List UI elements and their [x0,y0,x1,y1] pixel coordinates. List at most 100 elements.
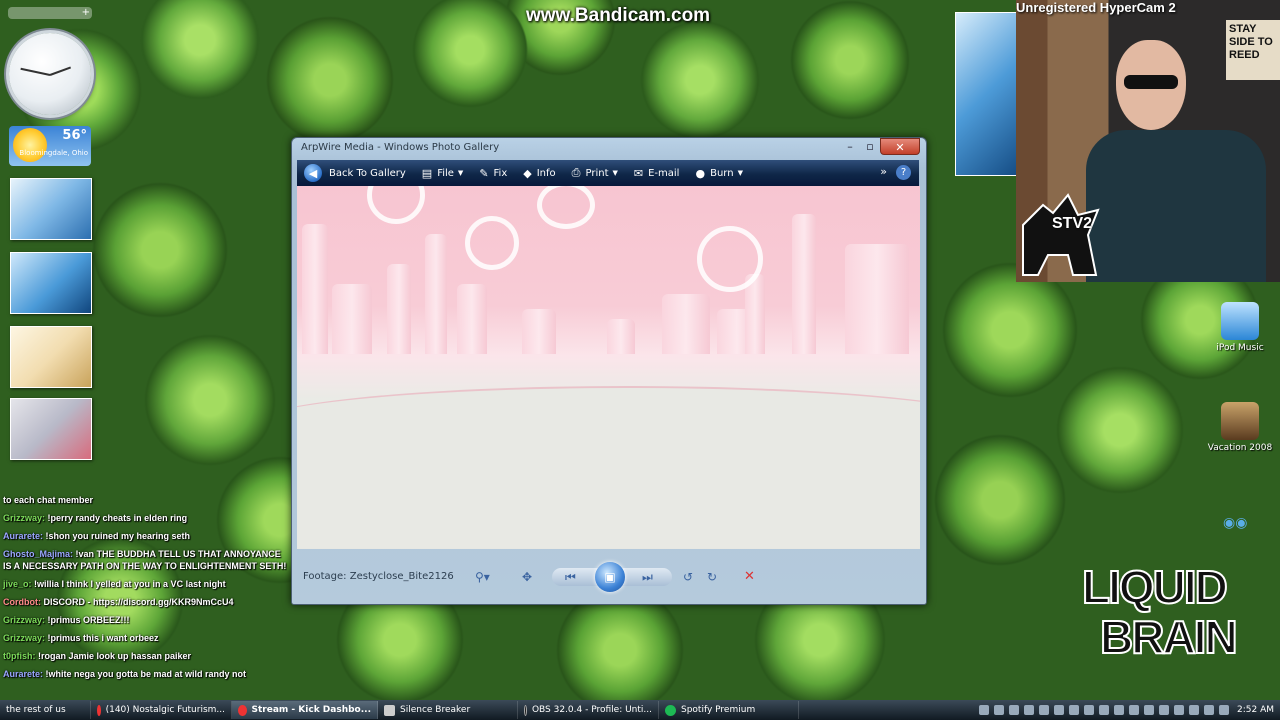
brand-line-1: LIQUID [1081,560,1229,614]
chat-message: Cordbot: DISCORD - https://discord.gg/KK… [3,596,290,608]
taskbar-item-spotify[interactable]: Spotify Premium [659,701,799,719]
chat-username: t0pfish: [3,651,36,661]
maximize-button[interactable]: ▫ [860,138,880,155]
hypercam-watermark: Unregistered HyperCam 2 [1016,0,1176,15]
taskbar-clock[interactable]: 2:52 AM [1237,705,1274,715]
start-button[interactable]: the rest of us [0,701,91,719]
tray-icon[interactable] [994,705,1004,715]
tray-icon[interactable] [1114,705,1124,715]
minimize-button[interactable]: – [840,138,860,155]
tray-icon[interactable] [1054,705,1064,715]
clock-gadget[interactable] [9,33,91,115]
start-label: the rest of us [6,705,66,715]
taskbar: the rest of us (140) Nostalgic Futurism.… [0,700,1280,720]
slideshow-play-button[interactable]: ▣ [595,562,625,592]
taskbar-item-silence-breaker[interactable]: Silence Breaker [378,701,518,719]
tray-icon[interactable] [1189,705,1199,715]
slideshow-thumb-windmill[interactable] [10,252,92,314]
tray-icon[interactable] [1099,705,1109,715]
image-bar-shape [302,224,328,354]
zoom-icon[interactable]: ⚲▾ [475,570,490,584]
email-button[interactable]: ✉ E-mail [634,167,680,180]
chat-username: Grizzway: [3,513,46,523]
tray-icon[interactable] [1204,705,1214,715]
chat-username: Aurarete: [3,531,44,541]
desktop-icon-label: Vacation 2008 [1207,443,1273,453]
delete-icon[interactable]: ✕ [744,569,755,584]
image-floor-shape [297,386,920,548]
slideshow-thumb-devices[interactable] [10,398,92,460]
weather-temp: 56° [62,128,87,143]
next-icon[interactable]: ⏭ [642,570,653,585]
taskbar-item-chrome-nostalgic[interactable]: (140) Nostalgic Futurism... [91,701,232,719]
file-menu[interactable]: ▤ File ▼ [422,167,464,180]
image-bar-shape [387,264,411,354]
add-gadget-icon[interactable]: + [82,7,90,18]
chat-text: !primus ORBEEZ!!! [47,615,130,625]
actual-size-icon[interactable]: ✥ [522,570,532,584]
window-controls: – ▫ ✕ [840,138,920,155]
image-ring-shape [465,216,519,270]
tray-icon[interactable] [1069,705,1079,715]
taskbar-item-label: OBS 32.0.4 - Profile: Unti... [531,705,652,715]
chat-message: Aurarete: !white nega you gotta be mad a… [3,668,290,680]
chat-message: Grizzway: !primus this i want orbeez [3,632,290,644]
more-options-icon[interactable]: » [880,165,887,178]
chat-text: !perry randy cheats in elden ring [47,513,188,523]
info-button[interactable]: ◆ Info [523,167,555,180]
tray-icon[interactable] [1024,705,1034,715]
sunglasses-icon [1124,75,1178,89]
back-to-gallery-button[interactable]: Back To Gallery [329,168,406,179]
tray-icon[interactable] [979,705,989,715]
fix-button[interactable]: ✎ Fix [479,167,507,180]
taskbar-item-chrome-kick[interactable]: Stream - Kick Dashbo... [232,701,378,719]
stv2-logo-text: STV2 [1052,215,1093,232]
disc-icon: ● [695,166,706,180]
back-arrow-icon[interactable]: ◀ [304,164,322,182]
photo-viewer[interactable] [297,186,920,549]
chat-username: Grizzway: [3,633,46,643]
print-menu[interactable]: ⎙ Print ▼ [572,166,618,180]
image-bar-shape [522,309,556,354]
help-icon[interactable]: ? [896,165,911,180]
camera-folder-icon [1221,402,1259,440]
tray-icon[interactable] [1009,705,1019,715]
tray-icon[interactable] [1129,705,1139,715]
image-bar-shape [792,214,816,354]
email-icon: ✉ [633,166,644,180]
info-label: Info [536,167,556,179]
tray-icon[interactable] [1144,705,1154,715]
chevron-down-icon: ▼ [457,169,464,177]
previous-icon[interactable]: ⏮ [565,570,576,585]
chat-message: to each chat member [3,494,290,506]
image-ring-shape [537,186,595,229]
rotate-left-icon[interactable]: ↺ [683,570,693,584]
weather-gadget[interactable]: 56° Bloomingdale, Ohio [9,126,91,166]
chat-message: Grizzway: !perry randy cheats in elden r… [3,512,290,524]
taskbar-item-label: Silence Breaker [400,705,471,715]
gadget-bar[interactable]: + [8,7,92,19]
slideshow-thumb-laptop[interactable] [10,178,92,240]
photo-gallery-window[interactable]: ArpWire Media - Windows Photo Gallery – … [291,137,927,605]
tray-icon[interactable] [1159,705,1169,715]
desktop-icon-vacation-2008[interactable]: Vacation 2008 [1200,402,1280,453]
chat-username: Grizzway: [3,615,46,625]
stv2-logo: STV2 [1018,185,1103,280]
wall-sign: STAY SIDE TO REED [1226,20,1280,80]
tray-icon[interactable] [1039,705,1049,715]
desktop-icon-label: iPod Music [1216,343,1264,353]
viewer-controls: Footage: Zestyclose_Bite2126 ⚲▾ ✥ ⏮ ▣ ⏭ … [297,552,920,598]
background-window[interactable] [955,12,1017,176]
desktop-icon-ipod-music[interactable]: iPod Music [1200,302,1280,353]
image-bar-shape [845,244,909,354]
rotate-right-icon[interactable]: ↻ [707,570,717,584]
burn-menu[interactable]: ● Burn ▼ [695,167,742,180]
chat-text: !shon you ruined my hearing seth [45,531,191,541]
tray-icon[interactable] [1219,705,1229,715]
taskbar-item-obs[interactable]: OBS 32.0.4 - Profile: Unti... [518,701,659,719]
close-button[interactable]: ✕ [880,138,920,155]
slideshow-thumb-swirl[interactable] [10,326,92,388]
tray-icon[interactable] [1174,705,1184,715]
tray-icon[interactable] [1084,705,1094,715]
desktop-background: www.Bandicam.com + 56° Bloomingdale, Ohi… [0,0,1280,700]
